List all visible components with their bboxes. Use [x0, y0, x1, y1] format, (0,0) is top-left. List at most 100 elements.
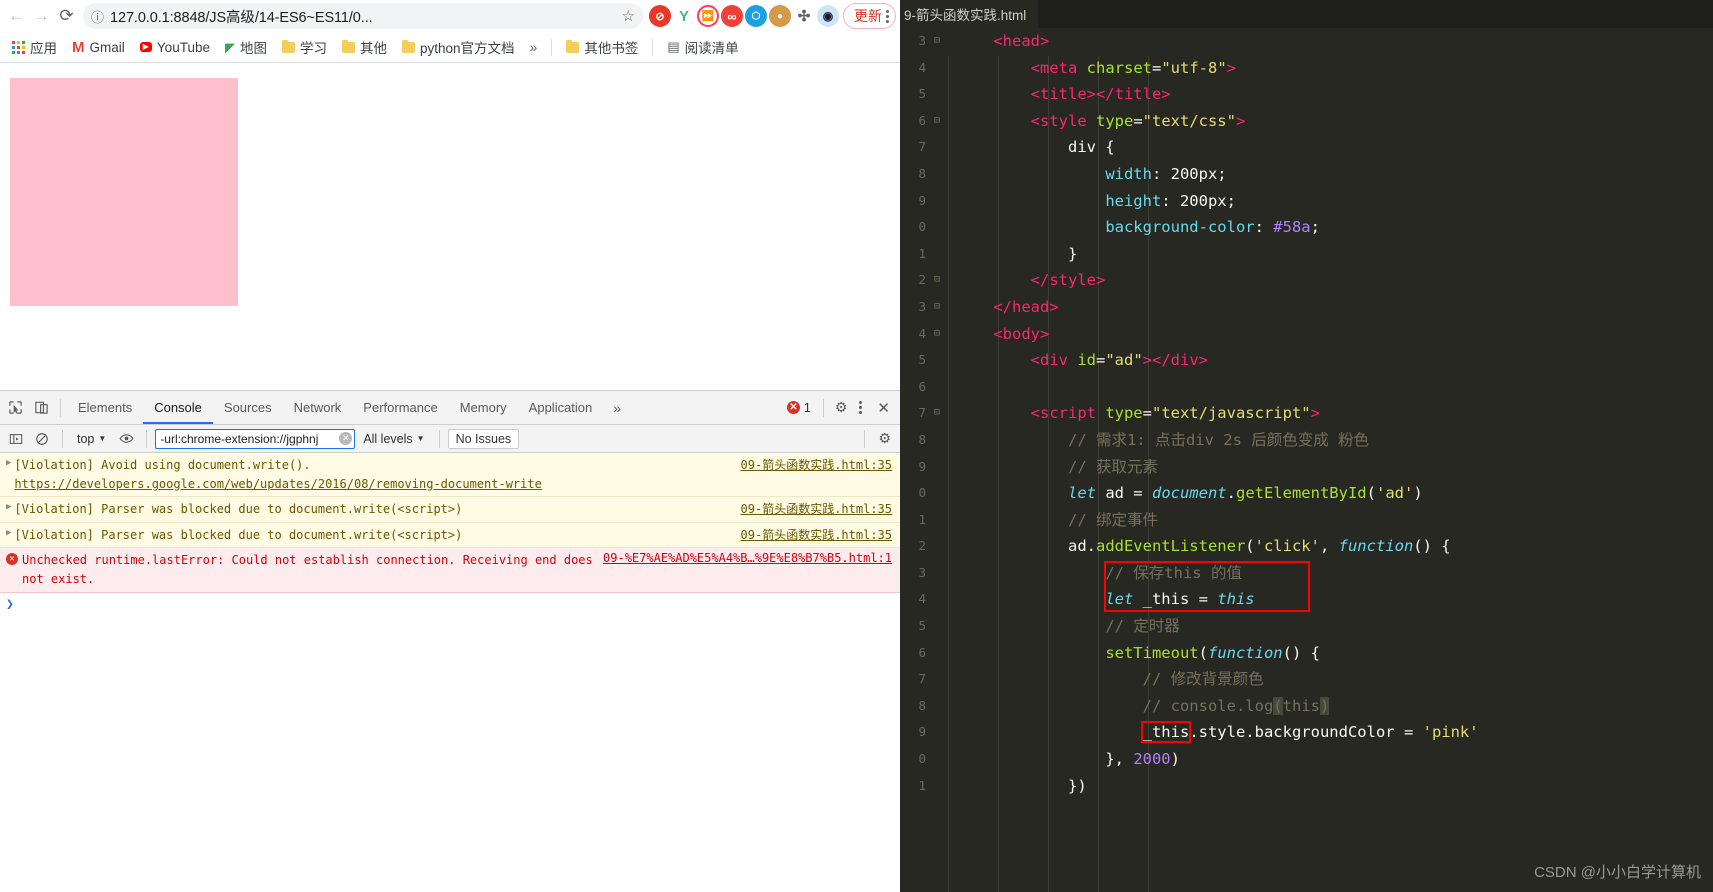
- tab-application[interactable]: Application: [518, 391, 604, 424]
- code-line[interactable]: 6 setTimeout(function() {: [900, 640, 1713, 667]
- code-line[interactable]: 4 let _this = this: [900, 586, 1713, 613]
- octotree-extension-icon[interactable]: ⬡: [745, 5, 767, 27]
- code-line[interactable]: 9 // 获取元素: [900, 454, 1713, 481]
- console-message-row[interactable]: ▶ [Violation] Parser was blocked due to …: [0, 497, 900, 523]
- bookmark-other-bookmarks[interactable]: 其他书签: [560, 34, 644, 60]
- code-line[interactable]: 6: [900, 374, 1713, 401]
- video-speed-extension-icon[interactable]: ⏩: [697, 5, 719, 27]
- bookmark-youtube[interactable]: ▶ YouTube: [134, 37, 216, 58]
- tab-performance[interactable]: Performance: [352, 391, 448, 424]
- console-message-source-link[interactable]: 09-箭头函数实践.html:35: [741, 526, 896, 543]
- code-line[interactable]: 0 let ad = document.getElementById('ad'): [900, 480, 1713, 507]
- reload-icon[interactable]: ⟳: [54, 2, 79, 30]
- issues-button[interactable]: No Issues: [447, 428, 520, 449]
- device-toolbar-icon[interactable]: [28, 395, 54, 421]
- console-message-source-link[interactable]: 09-箭头函数实践.html:35: [741, 500, 896, 517]
- chrome-menu-icon[interactable]: [886, 9, 889, 23]
- console-message-row[interactable]: ▶ [Violation] Avoid using document.write…: [0, 453, 900, 498]
- execution-context-select[interactable]: top ▼: [71, 432, 112, 446]
- tab-console[interactable]: Console: [143, 391, 213, 424]
- infinity-extension-icon[interactable]: ∞: [721, 5, 743, 27]
- console-messages[interactable]: ▶ [Violation] Avoid using document.write…: [0, 453, 900, 892]
- expand-triangle-icon[interactable]: ▶: [2, 526, 14, 538]
- code-line[interactable]: 3 ⊟ <head>: [900, 28, 1713, 55]
- error-count-badge[interactable]: ✕ 1: [781, 401, 817, 415]
- console-message-row[interactable]: ▶ [Violation] Parser was blocked due to …: [0, 522, 900, 549]
- fold-toggle-icon[interactable]: ⊟: [930, 28, 944, 55]
- bookmark-maps[interactable]: ◤ 地图: [219, 34, 273, 60]
- fold-toggle-icon[interactable]: ⊟: [930, 321, 944, 348]
- code-line[interactable]: 8 // console.log(this): [900, 693, 1713, 720]
- bookmark-other[interactable]: 其他: [336, 34, 393, 60]
- fold-toggle-icon[interactable]: ⊟: [930, 108, 944, 135]
- devtools-menu-icon[interactable]: [852, 401, 869, 414]
- reading-list-button[interactable]: ▤ 阅读清单: [661, 34, 744, 60]
- editor-code-area[interactable]: 3 ⊟ <head> 4 <meta charset="utf-8"> 5 <titl…: [900, 28, 1713, 892]
- code-line[interactable]: 1 }): [900, 773, 1713, 800]
- code-line[interactable]: 5 <title></title>: [900, 81, 1713, 108]
- record-extension-icon[interactable]: ◉: [817, 5, 839, 27]
- code-line[interactable]: 0 }, 2000): [900, 746, 1713, 773]
- code-line[interactable]: 6 ⊟ <style type="text/css">: [900, 108, 1713, 135]
- site-info-icon[interactable]: ⓘ: [91, 7, 104, 26]
- code-line[interactable]: 3 ⊟ </head>: [900, 294, 1713, 321]
- live-expression-icon[interactable]: [114, 428, 138, 450]
- bookmarks-overflow-icon[interactable]: »: [524, 39, 544, 55]
- devtools-close-icon[interactable]: ✕: [869, 399, 898, 417]
- adblock-extension-icon[interactable]: ⊘: [649, 5, 671, 27]
- code-line[interactable]: 3 // 保存this 的值: [900, 560, 1713, 587]
- back-icon[interactable]: ←: [4, 2, 29, 30]
- ad-div-element[interactable]: [10, 78, 238, 306]
- puzzle-extensions-icon[interactable]: ✣: [793, 5, 815, 27]
- forward-icon[interactable]: →: [29, 2, 54, 30]
- code-line[interactable]: 1 }: [900, 241, 1713, 268]
- update-button[interactable]: 更新: [843, 3, 896, 29]
- inspect-element-icon[interactable]: [2, 395, 28, 421]
- code-line[interactable]: 7 ⊟ <script type="text/javascript">: [900, 400, 1713, 427]
- console-message-source-link[interactable]: 09-%E7%AE%AD%E5%A4%B…%9E%E8%B7%B5.html:1: [603, 551, 896, 565]
- editor-tab-file[interactable]: 9-箭头函数实践.html: [900, 0, 1039, 28]
- code-line[interactable]: 4 <meta charset="utf-8">: [900, 55, 1713, 82]
- expand-triangle-icon[interactable]: ▶: [2, 456, 14, 468]
- fold-toggle-icon[interactable]: ⊟: [930, 267, 944, 294]
- code-line[interactable]: 1 // 绑定事件: [900, 507, 1713, 534]
- code-line[interactable]: 2 ⊟ </style>: [900, 267, 1713, 294]
- console-message-inline-link[interactable]: https://developers.google.com/web/update…: [14, 477, 541, 491]
- console-settings-icon[interactable]: ⚙: [873, 430, 896, 447]
- console-message-row[interactable]: ✕ Unchecked runtime.lastError: Could not…: [0, 548, 900, 593]
- code-line[interactable]: 8 // 需求1: 点击div 2s 后颜色变成 粉色: [900, 427, 1713, 454]
- code-line[interactable]: 5 // 定时器: [900, 613, 1713, 640]
- code-line[interactable]: 9 _this.style.backgroundColor = 'pink': [900, 719, 1713, 746]
- bookmark-gmail[interactable]: M Gmail: [66, 37, 131, 58]
- bookmark-study[interactable]: 学习: [276, 34, 333, 60]
- bookmark-python-docs[interactable]: python官方文档: [396, 34, 521, 60]
- code-line[interactable]: 2 ad.addEventListener('click', function(…: [900, 533, 1713, 560]
- tab-memory[interactable]: Memory: [449, 391, 518, 424]
- fold-toggle-icon[interactable]: ⊟: [930, 400, 944, 427]
- code-line[interactable]: 7 // 修改背景颜色: [900, 666, 1713, 693]
- cookie-editor-extension-icon[interactable]: ●: [769, 5, 791, 27]
- console-prompt[interactable]: ❯: [0, 593, 900, 616]
- code-line[interactable]: 9 height: 200px;: [900, 188, 1713, 215]
- log-level-select[interactable]: All levels ▼: [357, 432, 430, 446]
- tab-sources[interactable]: Sources: [213, 391, 283, 424]
- code-line[interactable]: 4 ⊟ <body>: [900, 321, 1713, 348]
- bookmark-star-icon[interactable]: ☆: [622, 7, 635, 25]
- address-bar[interactable]: ⓘ 127.0.0.1:8848/JS高级/14-ES6~ES11/0... ☆: [83, 3, 643, 29]
- expand-triangle-icon[interactable]: ▶: [2, 500, 14, 512]
- more-tabs-icon[interactable]: »: [603, 400, 631, 416]
- console-sidebar-icon[interactable]: [4, 428, 28, 450]
- fold-toggle-icon[interactable]: ⊟: [930, 294, 944, 321]
- clear-console-icon[interactable]: [30, 428, 54, 450]
- devtools-settings-icon[interactable]: ⚙: [830, 399, 853, 416]
- tab-network[interactable]: Network: [283, 391, 353, 424]
- vue-devtools-extension-icon[interactable]: Y: [673, 5, 695, 27]
- code-line[interactable]: 5 <div id="ad"></div>: [900, 347, 1713, 374]
- bookmark-apps[interactable]: 应用: [6, 34, 63, 60]
- clear-filter-icon[interactable]: ✕: [339, 432, 353, 445]
- console-filter-input[interactable]: -url:chrome-extension://jgphnj ✕: [155, 428, 356, 449]
- console-message-source-link[interactable]: 09-箭头函数实践.html:35: [741, 456, 896, 473]
- code-line[interactable]: 7 div {: [900, 134, 1713, 161]
- tab-elements[interactable]: Elements: [67, 391, 143, 424]
- code-line[interactable]: 8 width: 200px;: [900, 161, 1713, 188]
